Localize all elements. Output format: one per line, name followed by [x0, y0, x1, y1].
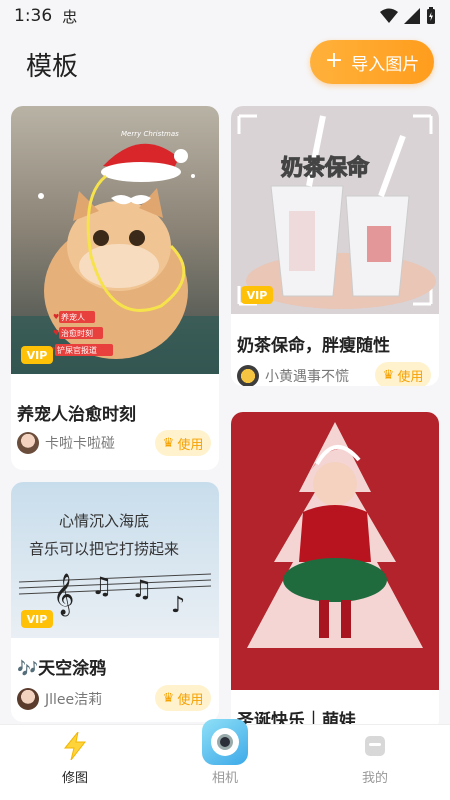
- vip-badge: VIP: [241, 286, 273, 304]
- nav-item-mine[interactable]: 我的: [300, 725, 450, 800]
- use-label: 使用: [177, 437, 204, 453]
- nav-item-camera[interactable]: 相机: [150, 719, 300, 800]
- template-card-sky-doodle[interactable]: 𝄞 ♫ ♫ ♪ 心情沉入海底 音乐可以把它打捞起来 VIP 🎶天空涂鸦 Jlle…: [11, 482, 219, 722]
- use-template-button[interactable]: ♛ 使用: [155, 685, 211, 711]
- template-author: Jllee洁莉: [17, 688, 102, 710]
- author-name: Jllee洁莉: [45, 692, 103, 708]
- christmas-tree-illustration: [247, 422, 423, 648]
- crown-icon: ♛: [382, 367, 395, 383]
- image-caption: 奶茶保命: [280, 156, 370, 182]
- template-title: 养宠人治愈时刻: [17, 405, 136, 425]
- bottom-navigation: 修图 相机 我的: [0, 719, 450, 800]
- template-card-christmas[interactable]: 圣诞快乐｜萌娃: [231, 412, 439, 732]
- template-card-milk-tea[interactable]: 奶茶保命 VIP 奶茶保命，胖瘦随性 小黄遇事不慌 ♛ 使用: [231, 106, 439, 386]
- avatar: [237, 365, 259, 386]
- avatar: [17, 432, 39, 454]
- image-caption: 治愈时刻: [61, 329, 93, 338]
- nav-label: 相机: [211, 771, 238, 786]
- avatar: [17, 688, 39, 710]
- vip-badge: VIP: [21, 610, 53, 628]
- image-caption: 音乐可以把它打捞起来: [29, 540, 180, 558]
- profile-icon: [360, 731, 390, 761]
- nav-label: 我的: [361, 771, 388, 786]
- author-name: 小黄遇事不慌: [265, 369, 349, 385]
- svg-text:♪: ♪: [171, 593, 185, 618]
- battery-icon: [427, 7, 435, 24]
- header: 模板 + 导入图片: [0, 36, 450, 92]
- template-thumbnail: ♥ ♥ ♥ Merry Christmas 养宠人 治愈时刻 铲屎官报道 VIP: [11, 106, 219, 374]
- camera-icon: [202, 719, 248, 765]
- template-thumbnail: 奶茶保命 VIP: [231, 106, 439, 314]
- svg-text:♫: ♫: [131, 575, 153, 603]
- template-thumbnail: 𝄞 ♫ ♫ ♪ 心情沉入海底 音乐可以把它打捞起来 VIP: [11, 482, 219, 638]
- svg-text:♥: ♥: [53, 313, 59, 321]
- nav-item-edit[interactable]: 修图: [0, 725, 150, 800]
- status-bar: 1:36 忠: [0, 0, 450, 32]
- lightning-icon: [60, 731, 90, 761]
- plus-icon: +: [324, 48, 344, 73]
- crown-icon: ♛: [162, 690, 175, 706]
- cat-illustration: ♥ ♥ ♥: [11, 143, 219, 374]
- crown-icon: ♛: [162, 435, 175, 451]
- template-author: 卡啦卡啦碰: [17, 432, 115, 454]
- milk-tea-illustration: [237, 114, 436, 309]
- image-caption: Merry Christmas: [121, 130, 179, 138]
- template-author: 小黄遇事不慌: [237, 365, 349, 386]
- svg-text:♥: ♥: [53, 329, 59, 337]
- use-label: 使用: [397, 369, 424, 385]
- use-label: 使用: [177, 692, 204, 708]
- template-card-pet[interactable]: ♥ ♥ ♥ Merry Christmas 养宠人 治愈时刻 铲屎官报道 VIP…: [11, 106, 219, 470]
- author-name: 卡啦卡啦碰: [45, 436, 115, 452]
- image-caption: 养宠人: [61, 313, 85, 322]
- nav-label: 修图: [61, 771, 88, 786]
- svg-text:♫: ♫: [91, 572, 113, 600]
- status-time: 1:36: [14, 6, 53, 26]
- use-template-button[interactable]: ♛ 使用: [155, 430, 211, 456]
- notification-icon: 忠: [62, 7, 78, 26]
- svg-text:𝄞: 𝄞: [53, 573, 74, 616]
- template-title: 奶茶保命，胖瘦随性: [237, 336, 390, 356]
- image-caption: 铲屎官报道: [57, 346, 97, 355]
- signal-icon: [404, 8, 420, 24]
- wifi-icon: [380, 8, 398, 23]
- vip-badge: VIP: [21, 346, 53, 364]
- import-image-button[interactable]: + 导入图片: [310, 40, 434, 84]
- template-thumbnail: [231, 412, 439, 690]
- image-caption: 心情沉入海底: [59, 512, 150, 530]
- template-title: 🎶天空涂鸦: [17, 659, 107, 679]
- import-image-label: 导入图片: [351, 54, 420, 75]
- use-template-button[interactable]: ♛ 使用: [375, 362, 431, 386]
- page-title: 模板: [26, 52, 79, 82]
